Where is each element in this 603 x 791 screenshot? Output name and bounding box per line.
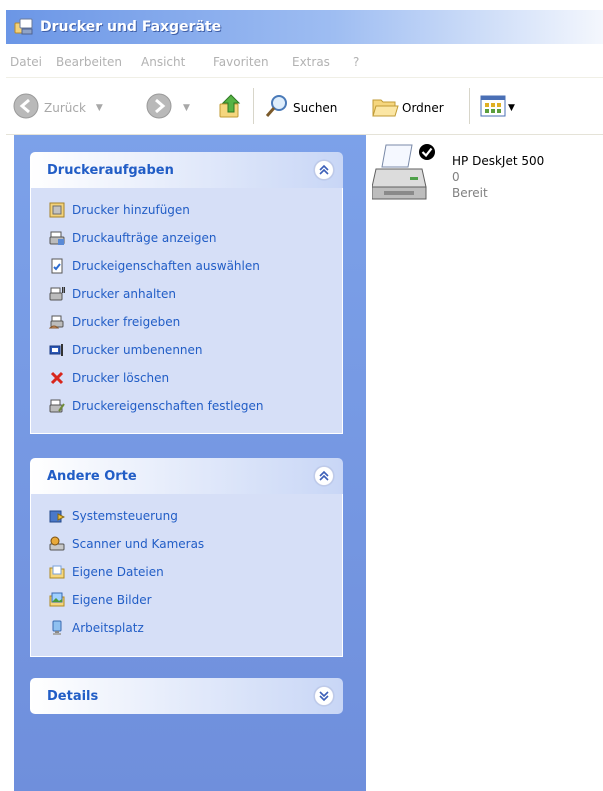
link-scanners-cameras[interactable]: Scanner und Kameras: [49, 533, 204, 555]
printer-properties-icon: [49, 398, 65, 414]
my-pictures-icon: [49, 592, 65, 608]
views-dropdown-icon: ▼: [508, 102, 515, 113]
control-panel-icon: [49, 508, 66, 524]
task-label: Druckaufträge anzeigen: [72, 231, 217, 245]
printer-status: Bereit: [452, 186, 488, 200]
link-my-documents[interactable]: Eigene Dateien: [49, 561, 164, 583]
folder-up-icon: [218, 92, 244, 123]
menu-edit[interactable]: Bearbeiten: [56, 55, 122, 69]
toolbar-separator: [253, 88, 254, 124]
content-area: HP DeskJet 500 0 Bereit: [366, 135, 603, 791]
printer-tasks-title: Druckeraufgaben: [47, 163, 174, 178]
forward-dropdown-icon[interactable]: ▼: [183, 103, 190, 113]
menu-extras[interactable]: Extras: [292, 55, 330, 69]
printer-jobs: 0: [452, 170, 460, 184]
back-button[interactable]: Zurück ▼: [12, 92, 103, 123]
place-label: Arbeitsplatz: [72, 621, 144, 635]
menu-favorites[interactable]: Favoriten: [213, 55, 269, 69]
task-label: Drucker löschen: [72, 371, 170, 385]
printer-tasks-header[interactable]: Druckeraufgaben: [30, 152, 343, 188]
link-control-panel[interactable]: Systemsteuerung: [49, 505, 178, 527]
other-places-title: Andere Orte: [47, 469, 137, 484]
my-computer-icon: [49, 620, 65, 636]
printers-folder-icon: [14, 18, 34, 39]
task-label: Drucker umbenennen: [72, 343, 203, 357]
menu-view[interactable]: Ansicht: [141, 55, 185, 69]
folders-button[interactable]: Ordner: [371, 92, 444, 123]
window-title: Drucker und Faxgeräte: [40, 19, 222, 35]
rename-icon: [49, 342, 65, 358]
menu-bar: Datei Bearbeiten Ansicht Favoriten Extra…: [6, 47, 603, 78]
forward-button[interactable]: ▼: [145, 92, 190, 123]
place-label: Eigene Dateien: [72, 565, 164, 579]
details-title: Details: [47, 689, 99, 704]
folders-icon: [371, 92, 399, 123]
menu-help[interactable]: ?: [353, 55, 359, 69]
other-places-header[interactable]: Andere Orte: [30, 458, 343, 494]
title-bar: Drucker und Faxgeräte: [6, 10, 603, 44]
printer-name: HP DeskJet 500: [452, 154, 545, 168]
task-view-print-jobs[interactable]: Druckaufträge anzeigen: [49, 227, 216, 249]
task-pause-printer[interactable]: Drucker anhalten: [49, 283, 176, 305]
task-label: Drucker hinzufügen: [72, 203, 190, 217]
collapse-chevron-icon[interactable]: [314, 160, 334, 180]
collapse-chevron-icon[interactable]: [314, 466, 334, 486]
back-label: Zurück: [44, 100, 86, 115]
views-icon: [480, 94, 506, 121]
toolbar: Zurück ▼ ▼ Suchen Ordner ▼: [6, 80, 603, 135]
task-label: Drucker freigeben: [72, 315, 181, 329]
other-places-body: Systemsteuerung Scanner und Kameras Eige…: [30, 494, 343, 657]
share-printer-icon: [48, 314, 65, 330]
task-rename-printer[interactable]: Drucker umbenennen: [49, 339, 203, 361]
add-printer-icon: [49, 202, 65, 218]
back-dropdown-icon[interactable]: ▼: [96, 103, 103, 113]
menu-file[interactable]: Datei: [10, 55, 42, 69]
place-label: Systemsteuerung: [72, 509, 178, 523]
place-label: Scanner und Kameras: [72, 537, 205, 551]
place-label: Eigene Bilder: [72, 593, 152, 607]
task-pane: Druckeraufgaben Drucker hinzufügen Druck…: [14, 135, 366, 791]
preferences-icon: [49, 258, 65, 274]
task-label: Druckeigenschaften auswählen: [72, 259, 260, 273]
expand-chevron-icon[interactable]: [314, 686, 334, 706]
link-my-computer[interactable]: Arbeitsplatz: [49, 617, 144, 639]
printer-item[interactable]: HP DeskJet 500 0 Bereit: [371, 141, 592, 211]
search-icon: [264, 92, 290, 123]
my-documents-icon: [49, 564, 65, 580]
default-printer-check-icon: [418, 143, 436, 164]
up-button[interactable]: [218, 92, 244, 123]
link-my-pictures[interactable]: Eigene Bilder: [49, 589, 152, 611]
views-button[interactable]: ▼: [480, 94, 515, 121]
details-header[interactable]: Details: [30, 678, 343, 714]
task-set-printer-properties[interactable]: Druckereigenschaften festlegen: [49, 395, 264, 417]
task-label: Drucker anhalten: [72, 287, 176, 301]
forward-arrow-icon: [145, 92, 173, 123]
print-queue-icon: [49, 230, 65, 246]
pause-printer-icon: [49, 286, 65, 302]
task-add-printer[interactable]: Drucker hinzufügen: [49, 199, 190, 221]
task-label: Druckereigenschaften festlegen: [72, 399, 264, 413]
folders-label: Ordner: [402, 100, 444, 115]
task-select-printing-preferences[interactable]: Druckeigenschaften auswählen: [49, 255, 260, 277]
toolbar-separator: [469, 88, 470, 124]
search-label: Suchen: [293, 100, 338, 115]
scanner-icon: [49, 536, 65, 552]
task-delete-printer[interactable]: Drucker löschen: [49, 367, 169, 389]
printer-tasks-body: Drucker hinzufügen Druckaufträge anzeige…: [30, 188, 343, 434]
back-arrow-icon: [12, 92, 40, 123]
task-share-printer[interactable]: Drucker freigeben: [48, 311, 181, 333]
search-button[interactable]: Suchen: [264, 92, 337, 123]
delete-icon: [49, 370, 65, 386]
